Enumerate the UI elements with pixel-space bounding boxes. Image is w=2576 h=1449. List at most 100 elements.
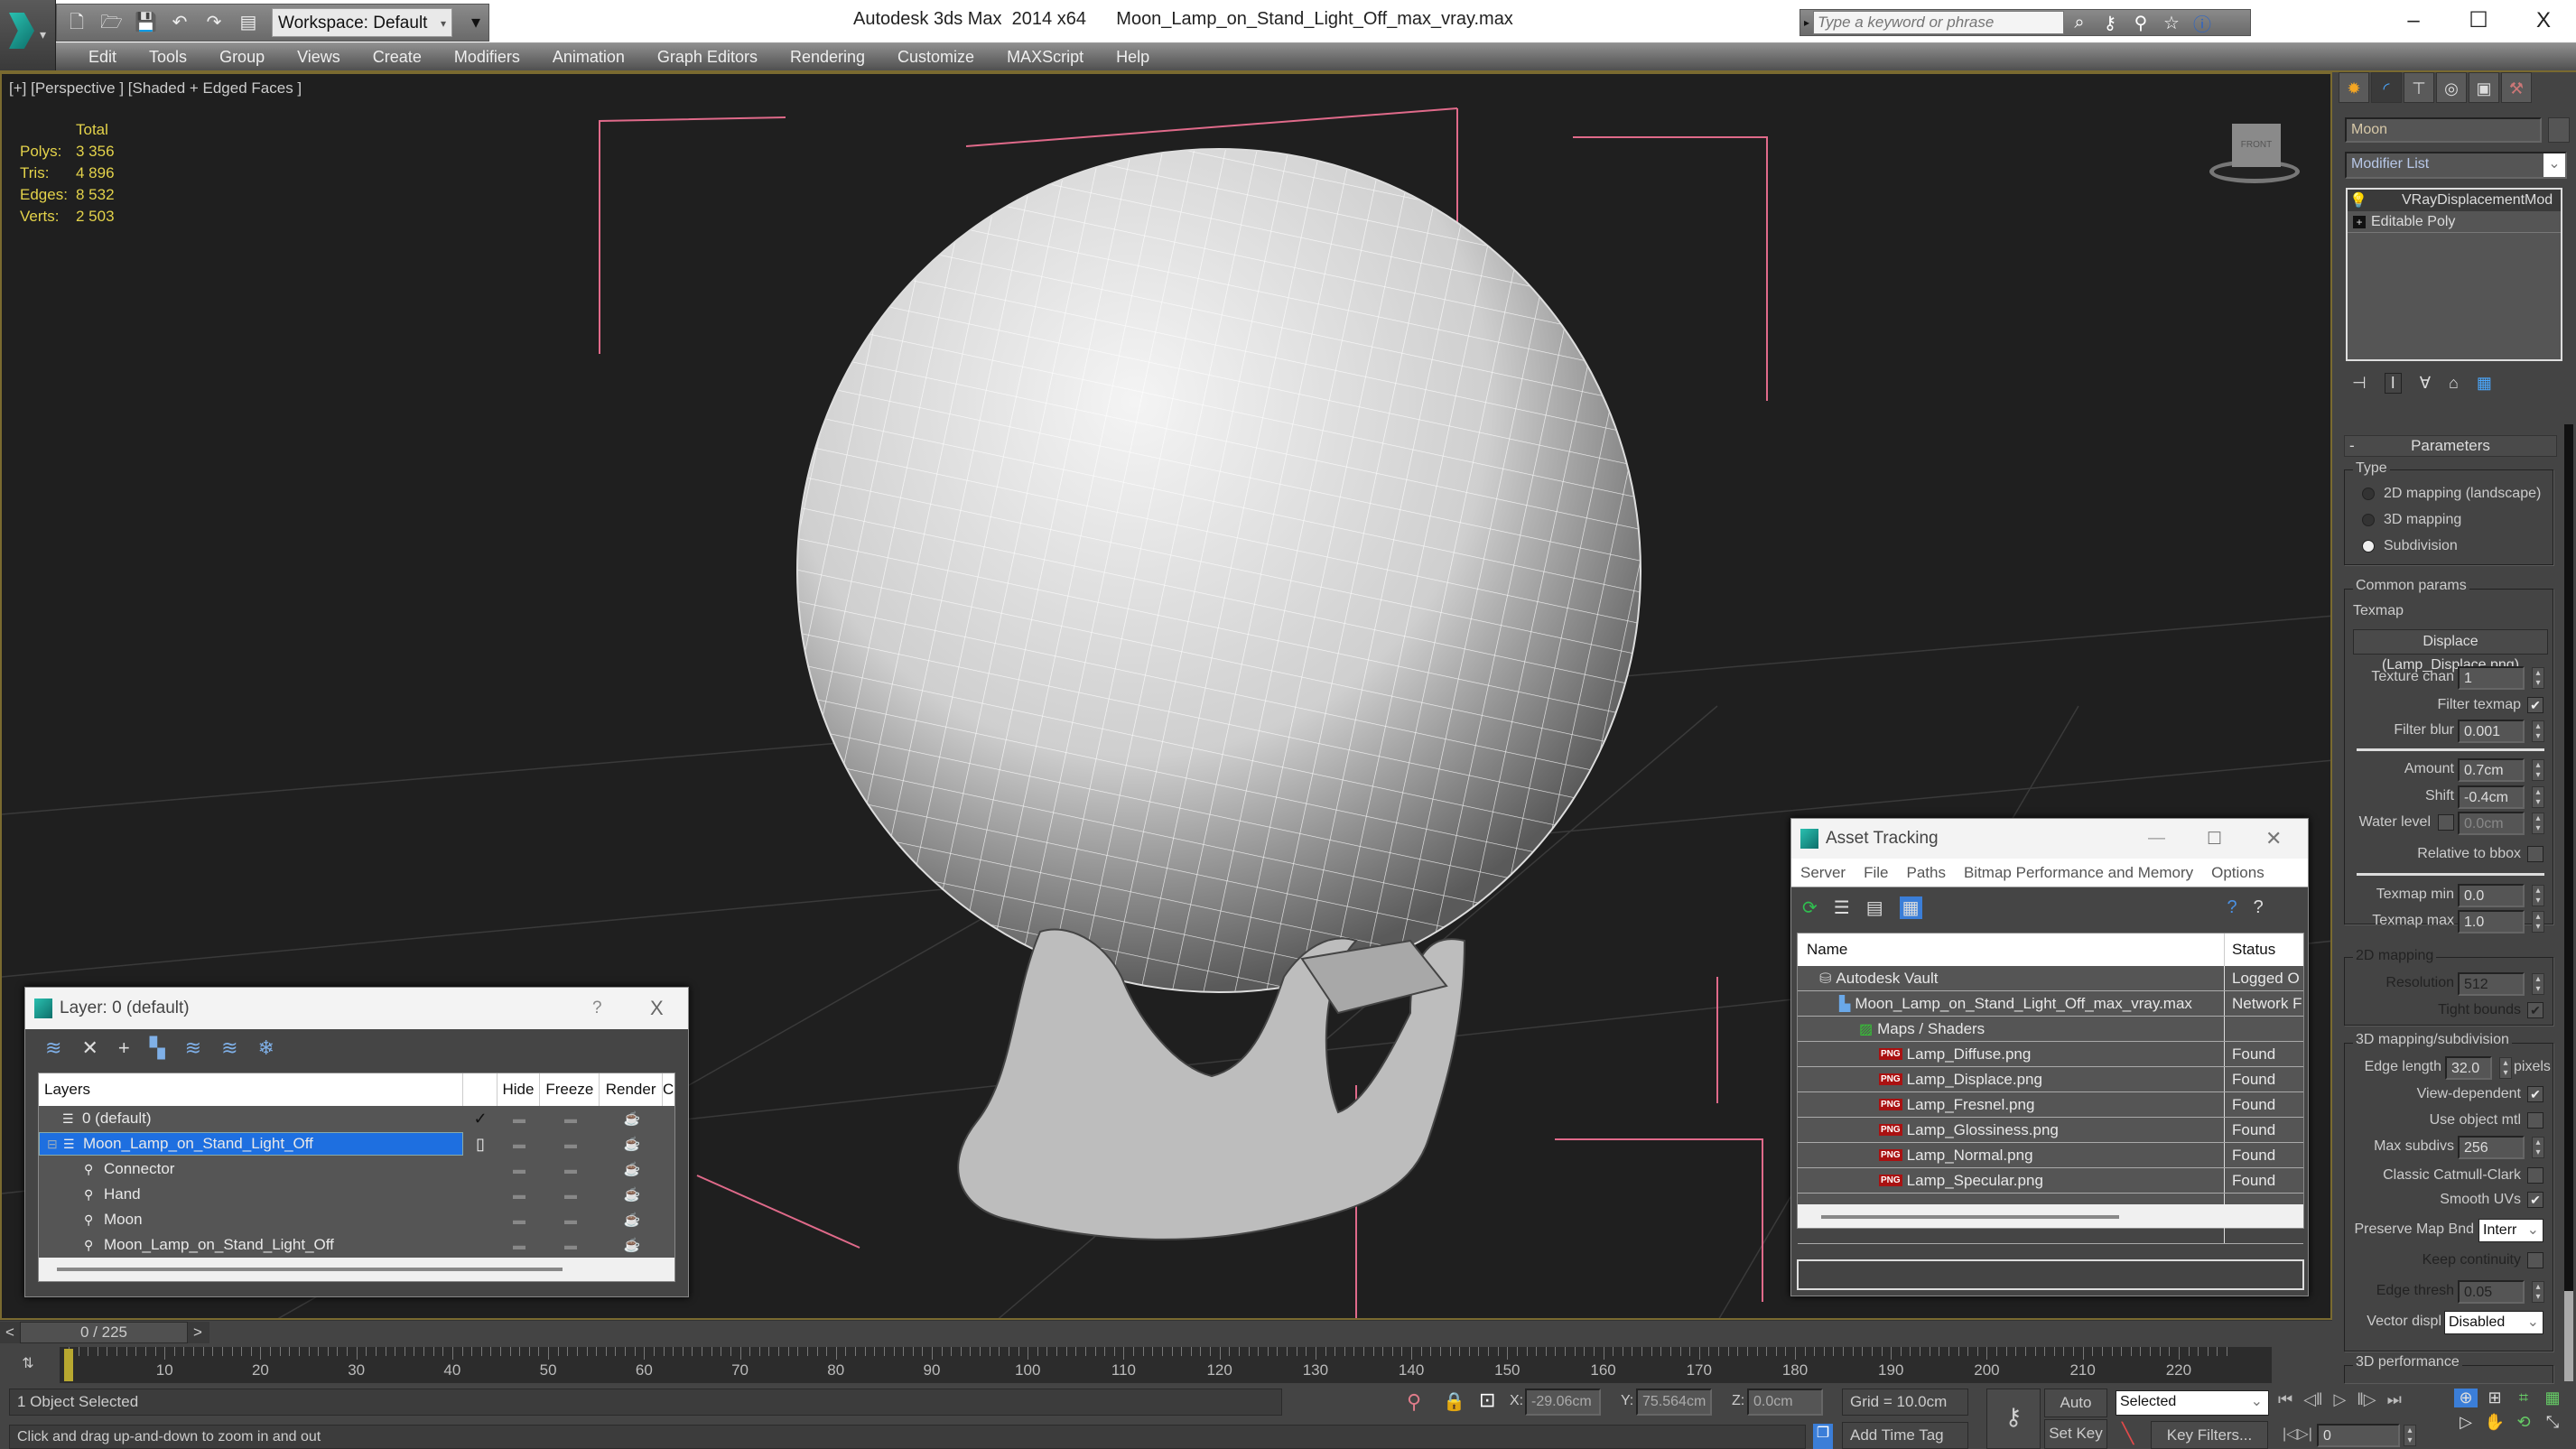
save-icon[interactable]: 💾 xyxy=(135,12,157,33)
edge-length-spinner[interactable]: ▴ ▾ xyxy=(2499,1057,2512,1079)
menu-help[interactable]: Help xyxy=(1100,48,1166,67)
vault-help-icon[interactable]: ? xyxy=(2227,897,2237,918)
viewcube-face[interactable]: FRONT xyxy=(2232,124,2281,167)
hierarchy-icon[interactable]: ⊤ xyxy=(2404,72,2434,103)
freeze-toggle[interactable]: ▬ xyxy=(541,1137,600,1151)
render-teapot-icon[interactable]: ☕ xyxy=(600,1136,664,1152)
table-view-icon[interactable]: ▦ xyxy=(1899,896,1922,919)
texmap-max-spinner[interactable]: ▴ ▾ xyxy=(2532,911,2544,933)
freeze-toggle[interactable]: ▬ xyxy=(541,1111,600,1126)
asset-row[interactable]: PNG Lamp_Fresnel.png Found xyxy=(1798,1092,2303,1118)
app-menu-button[interactable]: ▾ xyxy=(0,0,56,70)
binoculars-icon[interactable]: ⌕ xyxy=(2064,13,2095,33)
expand-icon[interactable]: ▸ xyxy=(1800,16,1813,29)
stack-item-vraydisplacement[interactable]: 💡 VRayDisplacementMod xyxy=(2348,190,2561,211)
column-header-color[interactable]: C xyxy=(662,1073,674,1106)
close-button[interactable]: X xyxy=(650,997,664,1020)
layer-name-cell[interactable]: ⚲ Connector xyxy=(39,1157,463,1181)
freeze-toggle[interactable]: ▬ xyxy=(541,1238,600,1252)
new-layer-icon[interactable]: ≋ xyxy=(45,1036,61,1060)
time-slider-track[interactable] xyxy=(0,1320,2332,1345)
render-teapot-icon[interactable]: ☕ xyxy=(600,1237,664,1253)
column-header-render[interactable]: Render xyxy=(599,1073,662,1106)
open-icon[interactable]: 🗁 xyxy=(100,12,123,33)
freeze-toggle[interactable]: ▬ xyxy=(541,1212,600,1227)
create-icon[interactable]: ✹ xyxy=(2339,72,2369,103)
next-frame-button[interactable]: > xyxy=(188,1324,208,1342)
menu-create[interactable]: Create xyxy=(357,48,438,67)
radio-subdivision[interactable]: Subdivision xyxy=(2362,538,2458,554)
tight-bounds-checkbox[interactable]: ✔ xyxy=(2527,1002,2543,1018)
object-color-swatch[interactable] xyxy=(2548,117,2570,143)
panel-scrollbar[interactable] xyxy=(2564,424,2573,1381)
menu-server[interactable]: Server xyxy=(1791,864,1855,882)
water-level-spinner[interactable]: ▴ ▾ xyxy=(2532,813,2544,834)
help-button[interactable]: ? xyxy=(592,999,602,1018)
motion-icon[interactable]: ◎ xyxy=(2436,72,2467,103)
display-icon[interactable]: ▣ xyxy=(2469,72,2499,103)
radio-button[interactable] xyxy=(2362,488,2375,500)
layer-row[interactable]: ☰ 0 (default) ✓ ▬ ▬ ☕ xyxy=(39,1106,674,1131)
column-header-hide[interactable]: Hide xyxy=(496,1073,540,1106)
customize-toolbar-icon[interactable]: ▾ xyxy=(465,12,487,33)
help-icon[interactable]: ⓘ xyxy=(2187,10,2218,36)
hide-toggle[interactable]: ▬ xyxy=(498,1238,541,1252)
maximize-viewport-icon[interactable]: ⤡ xyxy=(2541,1413,2564,1432)
lock-selection-icon[interactable]: 🔒 xyxy=(1443,1390,1465,1413)
texmap-button[interactable]: Displace (Lamp_Displace.png) xyxy=(2353,629,2548,673)
view-dependent-checkbox[interactable]: ✔ xyxy=(2527,1086,2543,1102)
use-object-mtl-checkbox[interactable] xyxy=(2527,1112,2543,1129)
filter-texmap-checkbox[interactable]: ✔ xyxy=(2527,697,2543,713)
menu-maxscript[interactable]: MAXScript xyxy=(990,48,1100,67)
render-teapot-icon[interactable]: ☕ xyxy=(600,1110,664,1127)
layer-name-cell[interactable]: ⊟ ☰ Moon_Lamp_on_Stand_Light_Off xyxy=(39,1132,463,1156)
column-header-name[interactable]: Name xyxy=(1798,941,2224,959)
layer-row[interactable]: ⊟ ☰ Moon_Lamp_on_Stand_Light_Off ▯ ▬ ▬ ☕ xyxy=(39,1131,674,1156)
add-time-tag-button[interactable]: Add Time Tag xyxy=(1842,1422,1968,1449)
asset-row[interactable]: PNG Lamp_Displace.png Found xyxy=(1798,1067,2303,1092)
prev-key-icon[interactable]: ◁‖ xyxy=(2303,1390,2322,1409)
asset-row[interactable]: ▨ Maps / Shaders xyxy=(1798,1017,2303,1042)
menu-graph-editors[interactable]: Graph Editors xyxy=(641,48,774,67)
classic-catmull-clark-checkbox[interactable] xyxy=(2527,1167,2543,1184)
menu-paths[interactable]: Paths xyxy=(1897,864,1954,882)
absolute-mode-icon[interactable]: ⊡ xyxy=(1479,1389,1495,1412)
menu-animation[interactable]: Animation xyxy=(536,48,641,67)
menu-tools[interactable]: Tools xyxy=(133,48,203,67)
minimize-button[interactable]: – xyxy=(2381,0,2446,42)
amount-field[interactable]: 0.7cm xyxy=(2458,758,2525,782)
go-to-end-icon[interactable]: ⏭ xyxy=(2387,1390,2402,1409)
key-tangent-icon[interactable]: ╲ xyxy=(2122,1422,2134,1445)
freeze-toggle[interactable]: ▬ xyxy=(541,1162,600,1176)
radio-2d-mapping[interactable]: 2D mapping (landscape) xyxy=(2362,486,2541,502)
smooth-uvs-checkbox[interactable]: ✔ xyxy=(2527,1192,2543,1208)
current-layer-toggle[interactable]: ▯ xyxy=(463,1135,498,1154)
menu-options[interactable]: Options xyxy=(2202,864,2274,882)
list-view-icon[interactable]: ☰ xyxy=(1834,896,1850,919)
key-mode-toggle-icon[interactable]: |◁▷| xyxy=(2283,1425,2312,1443)
pan-icon[interactable]: ✋ xyxy=(2483,1413,2506,1432)
time-slider[interactable]: < 0 / 225 > xyxy=(0,1322,209,1343)
zoom-icon[interactable]: ⊕ xyxy=(2454,1389,2478,1407)
x-coordinate-field[interactable]: -29.06cm xyxy=(1525,1389,1601,1416)
max-subdivs-spinner[interactable]: ▴ ▾ xyxy=(2532,1137,2544,1158)
highlight-layer-icon[interactable]: ≋ xyxy=(185,1036,201,1060)
zoom-extents-icon[interactable]: ⌗ xyxy=(2512,1389,2535,1407)
water-level-field[interactable]: 0.0cm xyxy=(2458,812,2525,835)
collapse-icon[interactable]: ⊟ xyxy=(47,1137,63,1152)
zoom-extents-all-icon[interactable]: ▦ xyxy=(2541,1389,2564,1407)
menu-views[interactable]: Views xyxy=(281,48,357,67)
field-of-view-icon[interactable]: ▷ xyxy=(2454,1413,2478,1432)
asset-dialog-titlebar[interactable]: Asset Tracking — ☐ ✕ xyxy=(1791,819,2308,859)
remove-modifier-icon[interactable]: ⌂ xyxy=(2449,374,2459,393)
freeze-toggle[interactable]: ▬ xyxy=(541,1187,600,1202)
delete-icon[interactable]: ✕ xyxy=(81,1036,98,1060)
resolution-field[interactable]: 512 xyxy=(2458,972,2525,996)
layer-name-cell[interactable]: ☰ 0 (default) xyxy=(39,1107,463,1130)
resolution-spinner[interactable]: ▴ ▾ xyxy=(2532,973,2544,995)
menu-bitmap-performance[interactable]: Bitmap Performance and Memory xyxy=(1955,864,2202,882)
close-button[interactable]: X xyxy=(2511,0,2576,42)
pin-stack-icon[interactable]: ⊣ xyxy=(2352,374,2367,393)
layer-row[interactable]: ⚲ Hand ▬ ▬ ☕ xyxy=(39,1182,674,1207)
water-level-checkbox[interactable] xyxy=(2438,814,2454,831)
